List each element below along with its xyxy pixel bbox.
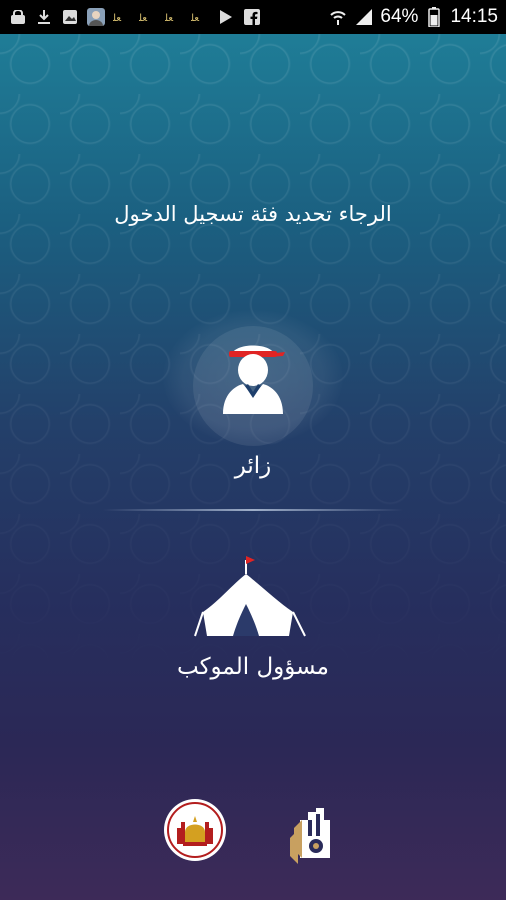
footer-logos — [0, 798, 506, 888]
battery-percent: 64% — [380, 6, 419, 27]
svg-text:ﻌﻠ: ﻌﻠ — [139, 13, 147, 23]
status-bar-left: ﻌﻠ ﻌﻠ ﻌﻠ ﻌﻠ — [8, 8, 262, 26]
login-prompt: الرجاء تحديد فئة تسجيل الدخول — [114, 202, 392, 226]
facebook-icon — [242, 8, 262, 26]
status-bar-right: 64% 14:15 — [328, 6, 498, 28]
divider — [103, 509, 403, 511]
tent-icon — [194, 556, 306, 637]
svg-text:ﻌﻠ: ﻌﻠ — [191, 13, 199, 23]
notification-icon: ﻌﻠ — [112, 8, 132, 26]
notification-icon: ﻌﻠ — [138, 8, 158, 26]
notification-icon: ﻌﻠ — [190, 8, 210, 26]
battery-icon — [424, 7, 444, 27]
status-bar: ﻌﻠ ﻌﻠ ﻌﻠ ﻌﻠ 64% 14:15 — [0, 0, 506, 34]
host-login-button[interactable]: مسؤول الموكب — [153, 554, 353, 704]
wifi-calling-icon — [328, 8, 348, 26]
visitor-label: زائر — [234, 453, 272, 479]
notification-icon: ﻌﻠ — [164, 8, 184, 26]
svg-text:ﻌﻠ: ﻌﻠ — [113, 13, 121, 23]
signal-icon — [354, 8, 374, 26]
lock-icon — [8, 8, 28, 26]
clock: 14:15 — [450, 6, 498, 27]
host-label: مسؤول الموكب — [177, 654, 329, 680]
hand-emblem-logo — [290, 808, 330, 864]
visitor-login-button[interactable]: زائر — [163, 310, 343, 490]
shrine-secretariat-logo — [164, 799, 226, 861]
visitor-icon — [223, 345, 285, 414]
image-icon — [60, 8, 80, 26]
play-store-icon — [216, 8, 236, 26]
avatar-icon — [86, 8, 106, 26]
svg-text:ﻌﻠ: ﻌﻠ — [165, 13, 173, 23]
login-screen: الرجاء تحديد فئة تسجيل الدخول زائر مسؤول… — [0, 34, 506, 900]
download-icon — [34, 8, 54, 26]
